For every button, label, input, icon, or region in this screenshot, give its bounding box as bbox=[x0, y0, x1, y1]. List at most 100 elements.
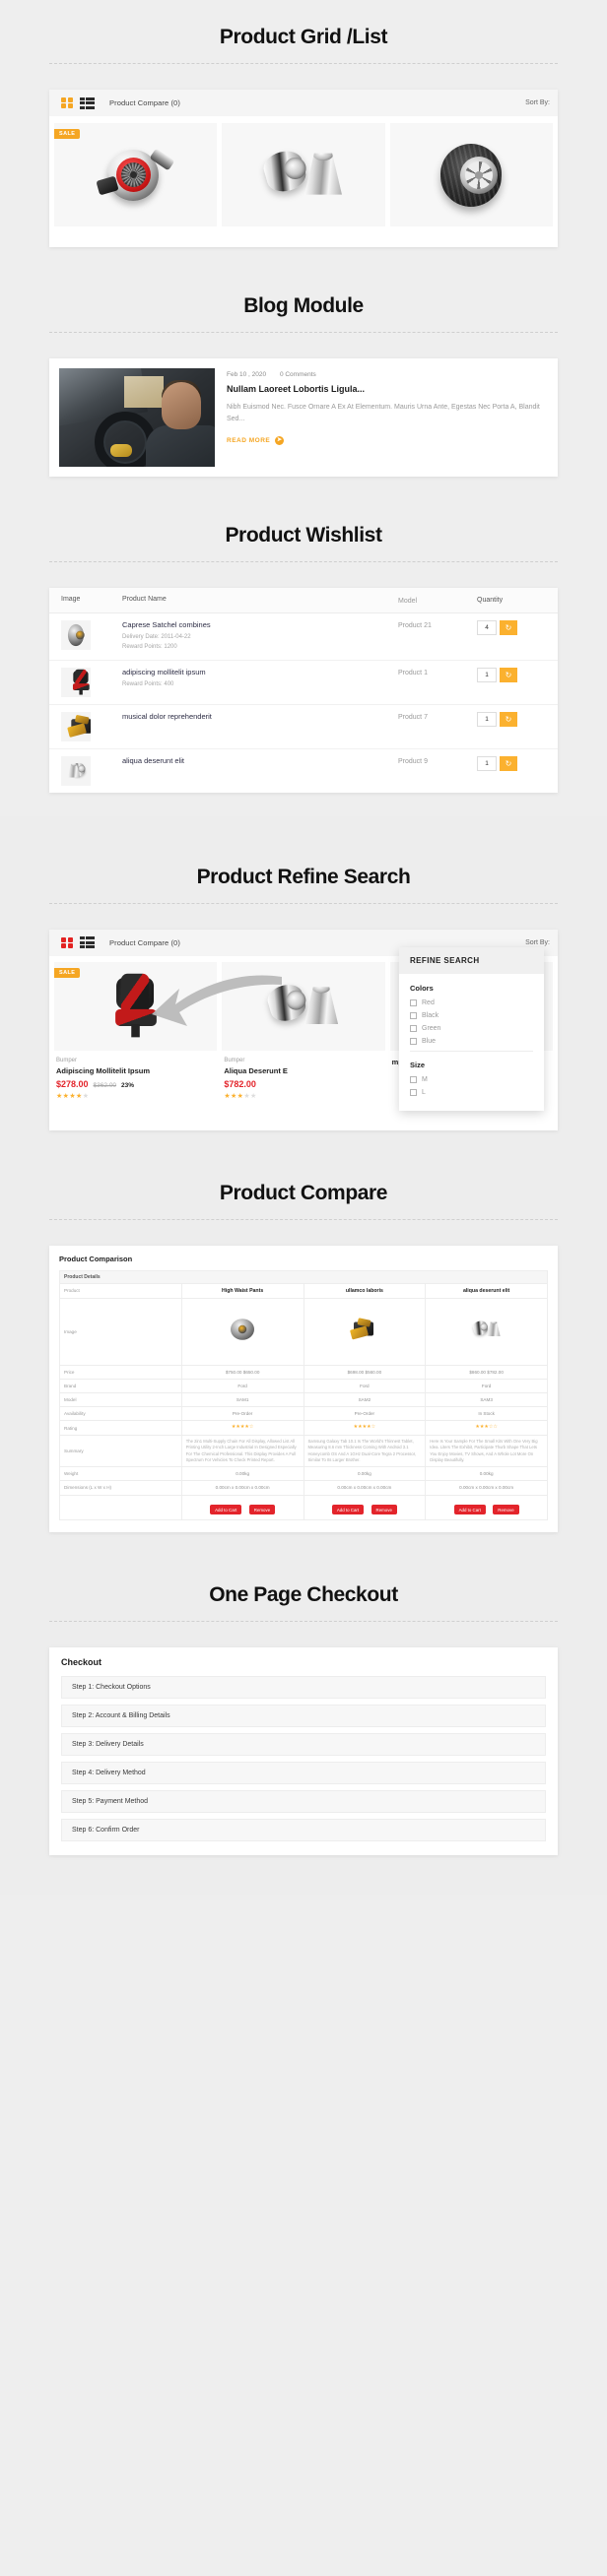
product-toolbar: Product Compare (0) Sort By: bbox=[49, 90, 558, 117]
product-model: Product 21 bbox=[398, 622, 432, 630]
column-header-product-name: Product Name bbox=[122, 596, 167, 604]
table-row[interactable]: Caprese Satchel combines Delivery Date: … bbox=[49, 613, 558, 661]
quantity-input[interactable]: 1 bbox=[477, 667, 497, 682]
product-name[interactable]: ullamco laboris bbox=[303, 1282, 427, 1299]
product-name[interactable]: aliqua deserunt elit bbox=[425, 1282, 548, 1299]
remove-button[interactable]: Remove bbox=[248, 1505, 276, 1514]
checkout-step-6[interactable]: Step 6: Confirm Order bbox=[61, 1818, 546, 1841]
product-name[interactable]: adipiscing mollitelit ipsum bbox=[122, 668, 398, 676]
divider bbox=[49, 332, 558, 334]
checkbox-icon[interactable] bbox=[410, 1037, 417, 1045]
filter-option-red[interactable]: Red bbox=[410, 998, 533, 1006]
product-price: $860.00 $782.00 bbox=[425, 1364, 548, 1381]
product-dimensions: 0.00cm x 0.00cm x 0.00cm bbox=[425, 1480, 548, 1496]
product-card[interactable]: SALE bbox=[54, 123, 218, 227]
checkout-step-5[interactable]: Step 5: Payment Method bbox=[61, 1789, 546, 1813]
read-more-button[interactable]: READ MORE ➤ bbox=[227, 435, 548, 445]
product-summary: Samsung Galaxy Tab 10.1 Is The World's T… bbox=[303, 1435, 427, 1468]
section-product-refine-search: Product Refine Search Product Compare (0… bbox=[0, 815, 607, 1130]
filter-label: Red bbox=[422, 998, 435, 1006]
product-compare-link[interactable]: Product Compare (0) bbox=[109, 98, 180, 107]
product-category: Bumper bbox=[56, 1057, 78, 1063]
divider bbox=[410, 1050, 533, 1052]
quantity-input[interactable]: 1 bbox=[477, 755, 497, 771]
table-row-weight: Weight 0.00kg 0.00kg 0.00kg bbox=[59, 1466, 548, 1482]
filter-option-green[interactable]: Green bbox=[410, 1024, 533, 1032]
product-weight: 0.00kg bbox=[425, 1466, 548, 1482]
checkbox-icon[interactable] bbox=[410, 1075, 417, 1083]
blog-thumbnail[interactable] bbox=[59, 368, 215, 468]
table-row[interactable]: aliqua deserunt elit Product 9 1 ↻ bbox=[49, 749, 558, 793]
list-view-icon[interactable] bbox=[79, 936, 95, 949]
product-card[interactable] bbox=[222, 123, 385, 227]
checkout-step-2[interactable]: Step 2: Account & Billing Details bbox=[61, 1704, 546, 1727]
table-row-image: Image bbox=[59, 1297, 548, 1366]
product-thumbnail bbox=[61, 667, 91, 697]
product-details-label: Product Details bbox=[59, 1269, 548, 1284]
add-to-cart-button[interactable]: Add to Cart bbox=[331, 1505, 365, 1514]
list-view-icon[interactable] bbox=[79, 97, 95, 109]
section-blog-module: Blog Module Feb 10 , 2020 0 Comments Nul… bbox=[0, 247, 607, 478]
row-label: Weight bbox=[59, 1466, 182, 1482]
product-compare-link[interactable]: Product Compare (0) bbox=[109, 938, 180, 947]
checkbox-icon[interactable] bbox=[410, 998, 417, 1006]
alloy-wheel-tyre-image bbox=[390, 123, 553, 226]
checkout-step-4[interactable]: Step 4: Delivery Method bbox=[61, 1761, 546, 1784]
grid-view-icon[interactable] bbox=[61, 936, 73, 948]
remove-button[interactable]: Remove bbox=[371, 1505, 397, 1514]
product-name[interactable]: High Waist Pants bbox=[180, 1282, 304, 1299]
table-row-rating: Rating ★★★★☆ ★★★★☆ ★★★☆☆ bbox=[59, 1420, 548, 1437]
refresh-cart-icon[interactable]: ↻ bbox=[500, 667, 517, 682]
blog-date: Feb 10 , 2020 bbox=[227, 371, 267, 379]
remove-button[interactable]: Remove bbox=[493, 1505, 519, 1514]
product-rating: ★★★★☆ bbox=[303, 1420, 427, 1437]
checkbox-icon[interactable] bbox=[410, 1088, 417, 1096]
table-row-dimensions: Dimensions (L x W x H) 0.00cm x 0.00cm x… bbox=[59, 1480, 548, 1496]
add-to-cart-button[interactable]: Add to Cart bbox=[453, 1505, 486, 1514]
sale-badge: SALE bbox=[54, 129, 81, 140]
sort-by-label[interactable]: Sort By: bbox=[525, 99, 550, 106]
grid-view-icon[interactable] bbox=[61, 97, 73, 109]
filter-option-l[interactable]: L bbox=[410, 1088, 533, 1096]
product-price: $278.00 bbox=[56, 1078, 89, 1089]
arrow-right-icon: ➤ bbox=[275, 435, 285, 445]
checkout-step-3[interactable]: Step 3: Delivery Details bbox=[61, 1732, 546, 1756]
blog-title[interactable]: Nullam Laoreet Lobortis Ligula... bbox=[227, 384, 548, 394]
product-name[interactable]: Aliqua Deserunt E bbox=[224, 1066, 382, 1075]
product-name[interactable]: aliqua deserunt elit bbox=[122, 756, 398, 765]
blog-card[interactable]: Feb 10 , 2020 0 Comments Nullam Laoreet … bbox=[49, 358, 558, 478]
section-product-grid: Product Grid /List Product Compare (0) S… bbox=[0, 0, 607, 248]
product-name[interactable]: Caprese Satchel combines bbox=[122, 620, 398, 629]
product-thumbnail bbox=[303, 1297, 427, 1366]
refresh-cart-icon[interactable]: ↻ bbox=[500, 620, 517, 636]
product-name[interactable]: musical dolor reprehenderit bbox=[122, 712, 398, 721]
section-one-page-checkout: One Page Checkout Checkout Step 1: Check… bbox=[0, 1531, 607, 1895]
filter-option-blue[interactable]: Blue bbox=[410, 1037, 533, 1045]
row-label: Summary bbox=[59, 1435, 182, 1468]
product-card[interactable] bbox=[389, 123, 553, 227]
section-header: Product Grid /List bbox=[0, 0, 607, 65]
checkout-step-1[interactable]: Step 1: Checkout Options bbox=[61, 1675, 546, 1699]
product-thumbnail bbox=[61, 755, 91, 786]
filter-option-m[interactable]: M bbox=[410, 1075, 533, 1083]
checkbox-icon[interactable] bbox=[410, 1011, 417, 1019]
refresh-cart-icon[interactable]: ↻ bbox=[500, 711, 517, 727]
table-row[interactable]: musical dolor reprehenderit Product 7 1 … bbox=[49, 705, 558, 749]
product-name[interactable]: Adipiscing Mollitelit Ipsum bbox=[56, 1066, 215, 1075]
table-row[interactable]: adipiscing mollitelit ipsum Reward Point… bbox=[49, 661, 558, 705]
quantity-input[interactable]: 1 bbox=[477, 711, 497, 727]
refresh-cart-icon[interactable]: ↻ bbox=[500, 755, 517, 771]
sort-by-label[interactable]: Sort By: bbox=[525, 939, 550, 946]
product-model: Product 9 bbox=[398, 757, 428, 765]
product-rating: ★★★★★ bbox=[224, 1092, 257, 1100]
add-to-cart-button[interactable]: Add to Cart bbox=[210, 1505, 242, 1514]
quantity-input[interactable]: 4 bbox=[477, 620, 497, 636]
filter-option-black[interactable]: Black bbox=[410, 1011, 533, 1019]
refine-search-panel: REFINE SEARCH Colors Red Black Green Blu… bbox=[399, 946, 544, 1111]
product-weight: 0.00kg bbox=[180, 1466, 304, 1482]
wishlist-table: Image Product Name Model Quantity Capres… bbox=[49, 588, 558, 793]
product-old-price: $362.00 bbox=[93, 1081, 117, 1089]
column-header-model: Model bbox=[398, 598, 418, 606]
checkbox-icon[interactable] bbox=[410, 1024, 417, 1032]
table-row-product: Product High Waist Pants ullamco laboris… bbox=[59, 1282, 548, 1299]
